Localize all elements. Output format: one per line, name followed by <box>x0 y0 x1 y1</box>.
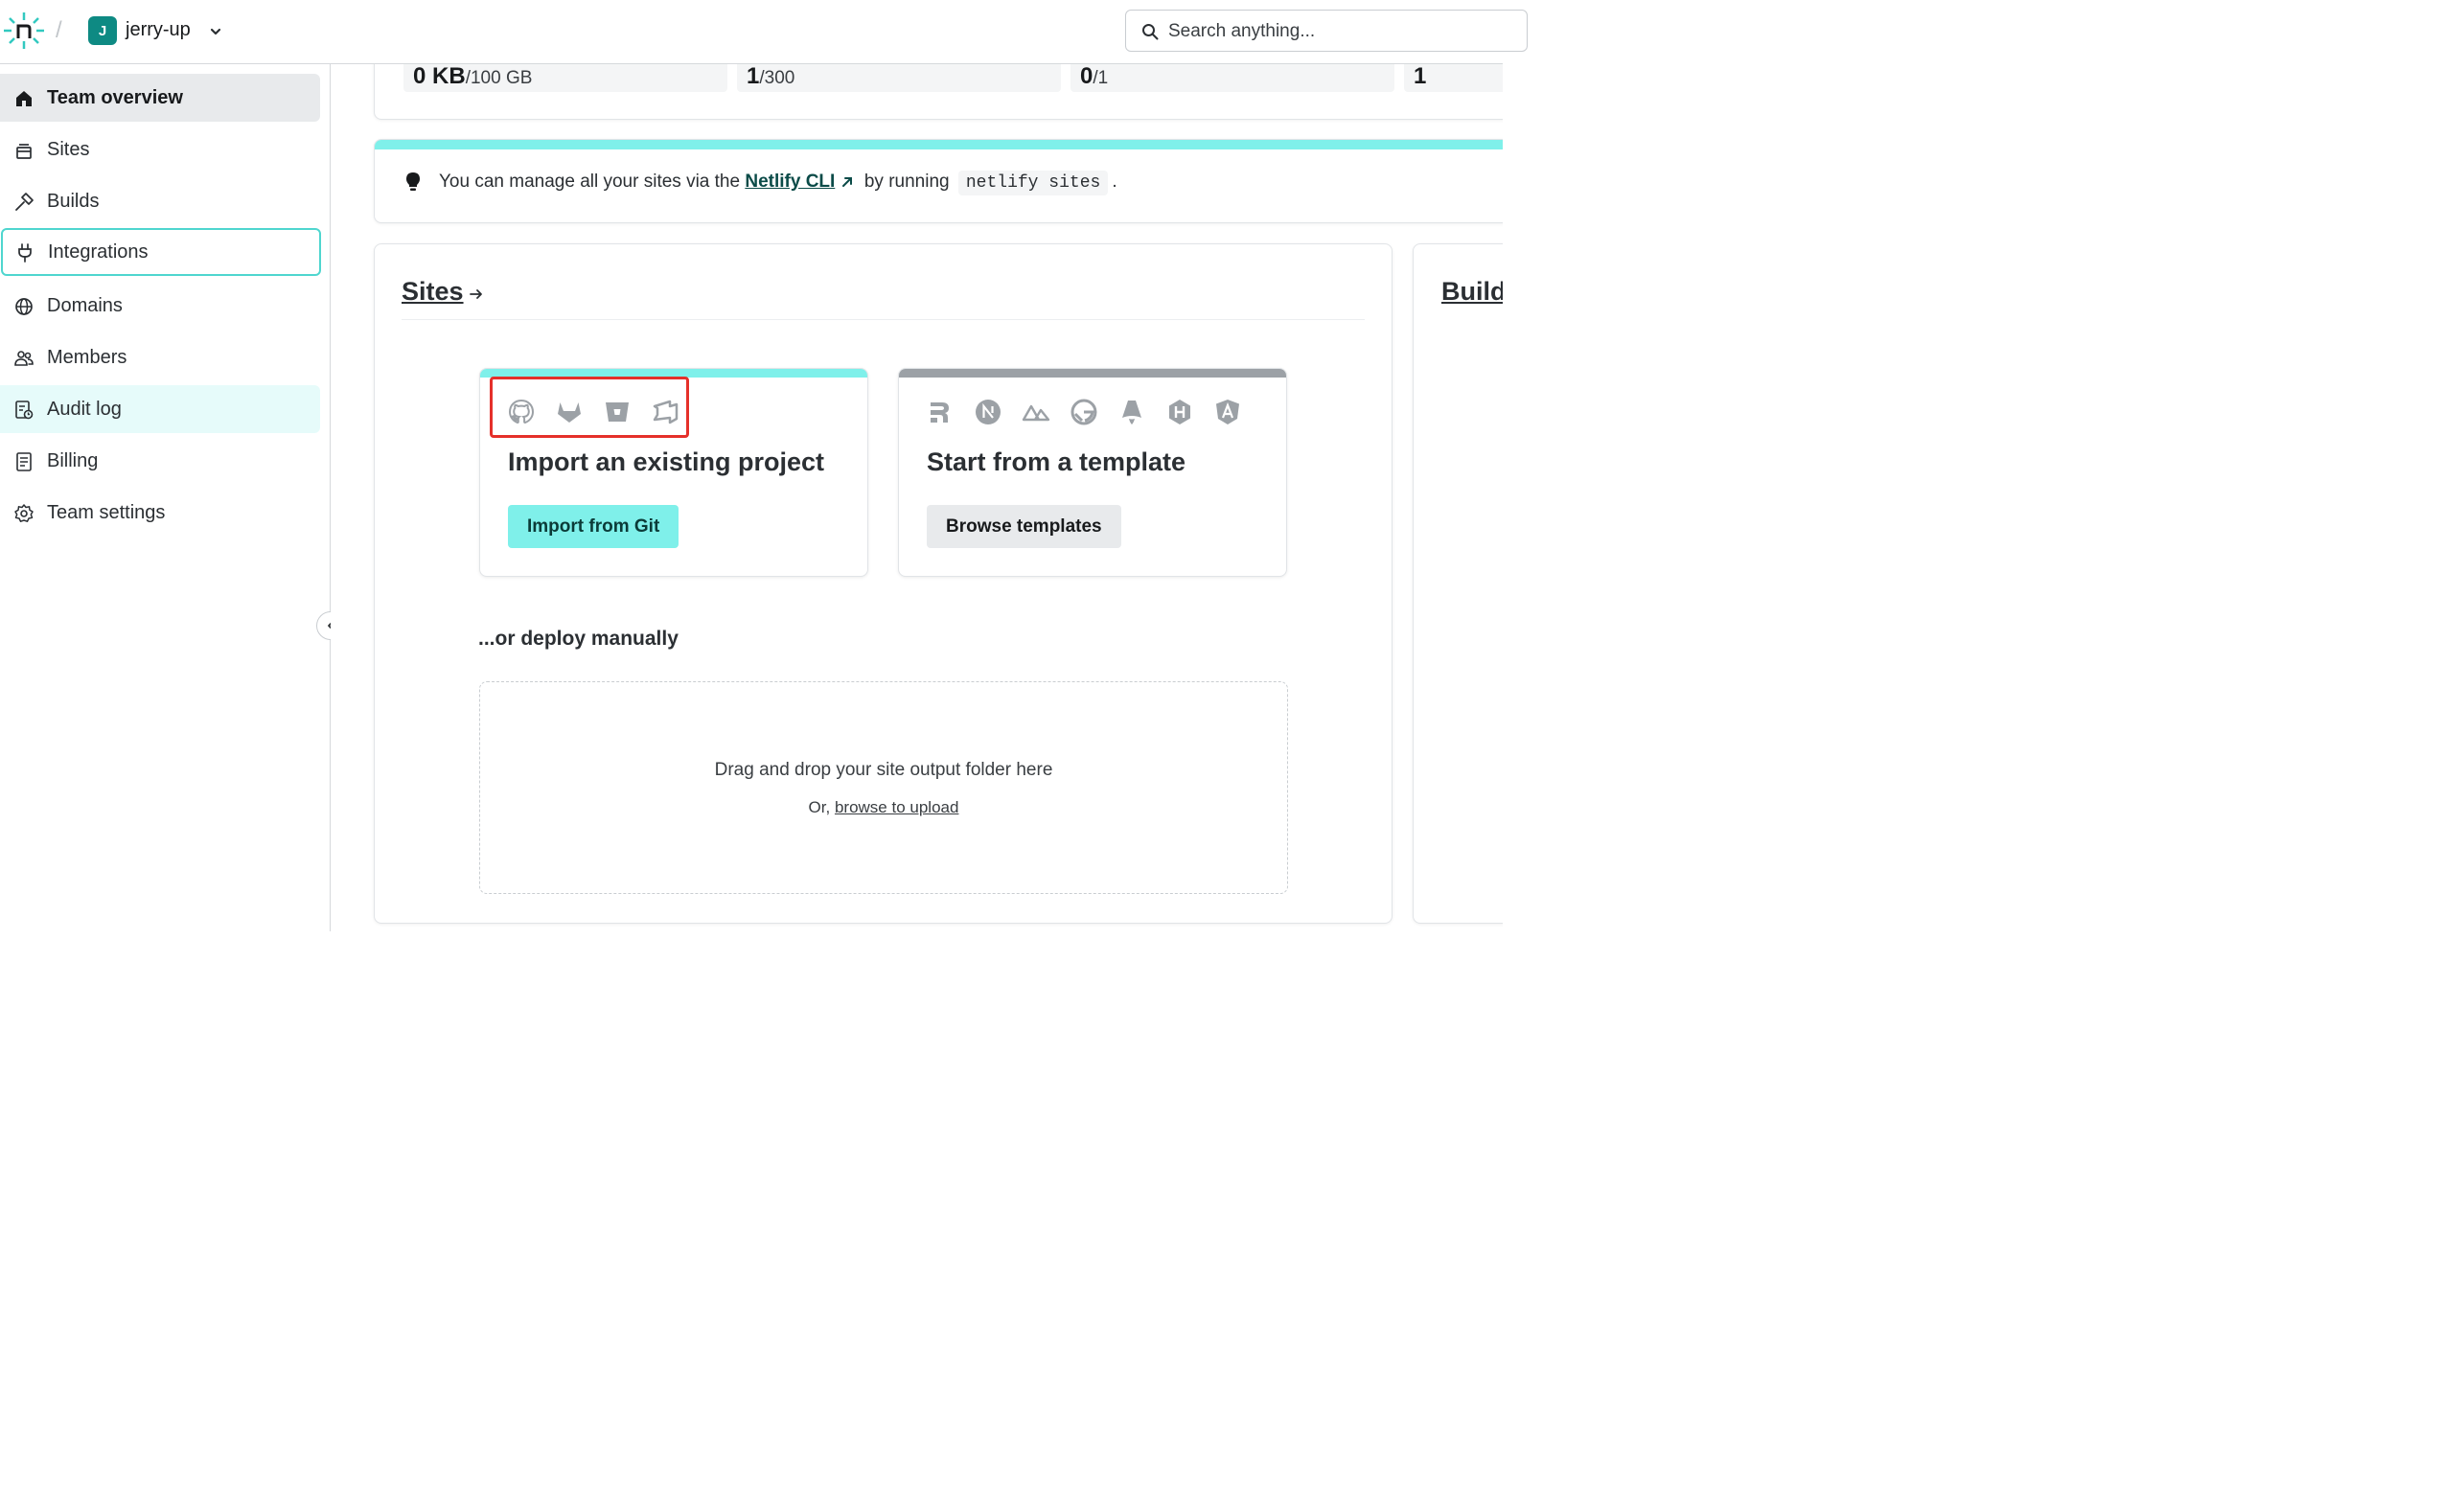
members-icon <box>14 351 34 366</box>
team-avatar[interactable]: J <box>88 16 117 45</box>
usage-limit: /100 GB <box>465 68 533 88</box>
sidebar-item-label: Audit log <box>47 399 122 420</box>
usage-value: 0 <box>1080 64 1093 89</box>
sites-icon <box>16 144 32 159</box>
home-icon <box>16 91 32 106</box>
sidebar-item-label: Members <box>47 347 127 368</box>
drop-sub-prefix: Or, <box>808 798 831 816</box>
sidebar-item-label: Sites <box>47 139 90 160</box>
search-input[interactable] <box>1168 19 1494 44</box>
builds-card: Builds <box>1413 243 1503 924</box>
globe-icon <box>15 298 33 315</box>
hydrogen-icon <box>1169 400 1190 424</box>
nuxt-icon <box>1022 404 1050 422</box>
sidebar-item-team-overview[interactable]: Team overview <box>0 74 320 122</box>
angular-icon <box>1216 400 1239 424</box>
search-box[interactable] <box>1125 10 1528 52</box>
usage-limit: /300 <box>759 68 795 88</box>
framework-icons <box>926 398 1242 426</box>
remix-icon <box>931 402 949 423</box>
sidebar-item-label: Team overview <box>47 87 183 108</box>
usage-tile-members: 1 <box>1404 64 1503 92</box>
usage-value: 1 <box>747 64 760 89</box>
audit-log-icon <box>15 401 34 420</box>
usage-tile-build-minutes: 1/300 <box>737 64 1061 92</box>
lightbulb-icon <box>406 172 420 191</box>
sidebar-item-label: Domains <box>47 295 123 316</box>
divider <box>402 319 1365 320</box>
search-icon <box>1142 24 1159 40</box>
sidebar-item-label: Builds <box>47 191 100 212</box>
plug-icon <box>18 243 32 263</box>
usage-tile-bandwidth: 0 KB/100 GB <box>403 64 727 92</box>
cli-tip-banner: You can manage all your sites via the Ne… <box>374 139 1503 223</box>
sidebar-item-label: Billing <box>47 450 99 471</box>
netlify-cli-link[interactable]: Netlify CLI <box>745 172 835 192</box>
sidebar-item-domains[interactable]: Domains <box>0 282 320 330</box>
team-switcher-name[interactable]: jerry-up <box>126 19 191 41</box>
external-link-icon[interactable] <box>840 175 854 189</box>
tip-accent-stripe <box>375 140 1503 149</box>
sidebar: Team overview Sites Builds Integrations <box>0 64 331 931</box>
drop-zone-subtext: Or, browse to upload <box>480 798 1287 817</box>
arrow-right-icon[interactable] <box>469 286 484 302</box>
tip-text: You can manage all your sites via the Ne… <box>439 171 1117 195</box>
sidebar-item-members[interactable]: Members <box>0 333 320 381</box>
sites-title-link[interactable]: Sites <box>402 277 464 307</box>
usage-value: 0 KB <box>413 64 466 89</box>
browse-templates-button[interactable]: Browse templates <box>927 505 1121 548</box>
cli-command-code: netlify sites <box>957 171 1109 195</box>
sites-card: Sites Import an existing project Import … <box>374 243 1393 924</box>
builds-title-link[interactable]: Builds <box>1441 277 1503 307</box>
chevron-down-icon[interactable] <box>209 25 222 38</box>
usage-value: 1 <box>1414 64 1427 89</box>
template-card: Start from a template Browse templates <box>898 368 1287 577</box>
netlify-logo-icon[interactable] <box>4 12 44 49</box>
usage-limit: /1 <box>1093 68 1109 88</box>
sidebar-item-builds[interactable]: Builds <box>0 177 320 225</box>
import-project-card: Import an existing project Import from G… <box>479 368 868 577</box>
top-bar: / J jerry-up <box>0 0 1528 64</box>
card-accent-stripe <box>899 369 1286 378</box>
drop-zone-text: Drag and drop your site output folder he… <box>714 760 1053 780</box>
highlight-annotation-box <box>490 377 689 438</box>
deploy-manually-heading: ...or deploy manually <box>478 628 679 650</box>
nextjs-icon <box>976 400 1001 424</box>
main-content: 0 KB/100 GB 1/300 0/1 1 You can manage a… <box>331 64 1503 931</box>
usage-summary-card: 0 KB/100 GB 1/300 0/1 1 <box>374 64 1503 120</box>
sidebar-item-sites[interactable]: Sites <box>0 126 320 173</box>
sidebar-item-label: Team settings <box>47 502 166 523</box>
tip-suffix: . <box>1112 172 1117 192</box>
astro-icon <box>1122 401 1141 424</box>
import-from-git-button[interactable]: Import from Git <box>508 505 679 548</box>
sidebar-item-integrations[interactable]: Integrations <box>1 228 321 276</box>
sidebar-item-team-settings[interactable]: Team settings <box>0 489 320 537</box>
import-card-title: Import an existing project <box>508 447 825 476</box>
breadcrumb-separator: / <box>56 17 62 43</box>
gatsby-icon <box>1070 399 1097 425</box>
sidebar-item-label: Integrations <box>48 241 149 263</box>
gear-icon <box>14 504 34 522</box>
usage-tile-concurrent-builds: 0/1 <box>1070 64 1394 92</box>
tip-prefix: You can manage all your sites via the <box>439 172 741 192</box>
sidebar-item-billing[interactable]: Billing <box>0 437 320 485</box>
drop-zone[interactable]: Drag and drop your site output folder he… <box>479 681 1288 894</box>
sidebar-item-audit-log[interactable]: Audit log <box>0 385 320 433</box>
template-card-title: Start from a template <box>927 447 1186 476</box>
billing-icon <box>16 452 32 471</box>
browse-to-upload-link[interactable]: browse to upload <box>835 798 958 816</box>
hammer-icon <box>15 193 34 211</box>
tip-middle: by running <box>863 172 950 192</box>
